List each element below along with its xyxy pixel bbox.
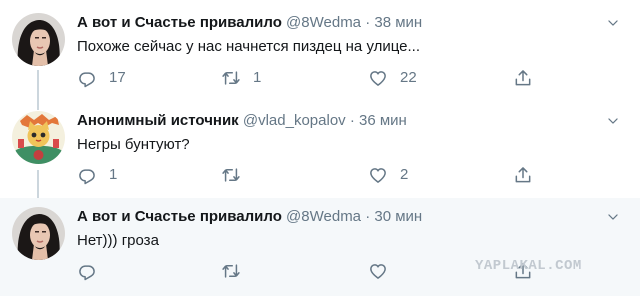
tweet-time[interactable]: 36 мин [359,112,407,129]
separator-dot: · [349,112,355,129]
like-count: 22 [400,69,417,86]
tweet-2[interactable]: Анонимный источник @vlad_kopalov · 36 ми… [0,98,640,198]
retweet-icon [221,261,241,281]
caret-down-icon[interactable] [606,16,620,30]
author-name[interactable]: А вот и Счастье привалило [77,208,282,225]
author-name[interactable]: А вот и Счастье привалило [77,14,282,31]
reply-count: 1 [109,166,118,183]
tweet-header: Анонимный источник @vlad_kopalov · 36 ми… [77,111,407,131]
tweet-text: Похоже сейчас у нас начнется пиздец на у… [77,38,421,55]
reply-icon [77,68,97,88]
retweet-icon [221,165,241,185]
reply-button[interactable]: 1 [77,164,117,186]
retweet-count: 1 [253,69,262,86]
tweet-3[interactable]: А вот и Счастье привалило @8Wedma · 30 м… [0,198,640,296]
thread-line [37,98,39,110]
tweet-actions: 17 1 22 [77,67,547,89]
separator-dot: · [365,14,371,31]
tweet-text: Нет))) гроза [77,232,159,249]
retweet-button[interactable] [221,164,253,186]
tweet-time[interactable]: 38 мин [374,14,422,31]
share-button[interactable] [513,164,533,186]
share-icon [513,165,533,185]
like-button[interactable]: 2 [368,164,408,186]
tweet-1[interactable]: А вот и Счастье привалило @8Wedma · 38 м… [0,0,640,98]
like-icon [368,68,388,88]
author-handle[interactable]: @8Wedma [286,14,361,31]
like-icon [368,165,388,185]
like-count: 2 [400,166,409,183]
like-button[interactable] [368,260,388,282]
reply-button[interactable]: 17 [77,67,126,89]
tweet-header: А вот и Счастье привалило @8Wedma · 38 м… [77,13,422,33]
reply-count: 17 [109,69,126,86]
avatar[interactable] [12,207,65,260]
share-button[interactable] [513,67,533,89]
tweet-header: А вот и Счастье привалило @8Wedma · 30 м… [77,207,422,227]
retweet-button[interactable] [221,260,241,282]
tweet-time[interactable]: 30 мин [374,208,422,225]
like-button[interactable]: 22 [368,67,417,89]
author-name[interactable]: Анонимный источник [77,112,239,129]
avatar[interactable] [12,13,65,66]
caret-down-icon[interactable] [606,210,620,224]
separator-dot: · [365,208,371,225]
watermark: YAPLAKAL.COM [475,258,582,274]
thread-line [37,70,39,98]
share-icon [513,68,533,88]
reply-icon [77,261,97,281]
like-icon [368,261,388,281]
reply-button[interactable] [77,260,97,282]
retweet-icon [221,68,241,88]
avatar[interactable] [12,111,65,164]
tweet-actions: 1 2 [77,164,547,186]
caret-down-icon[interactable] [606,114,620,128]
author-handle[interactable]: @vlad_kopalov [243,112,346,129]
author-handle[interactable]: @8Wedma [286,208,361,225]
tweet-text: Негры бунтуют? [77,136,190,153]
retweet-button[interactable]: 1 [221,67,261,89]
reply-icon [77,165,97,185]
thread-line [37,170,39,198]
